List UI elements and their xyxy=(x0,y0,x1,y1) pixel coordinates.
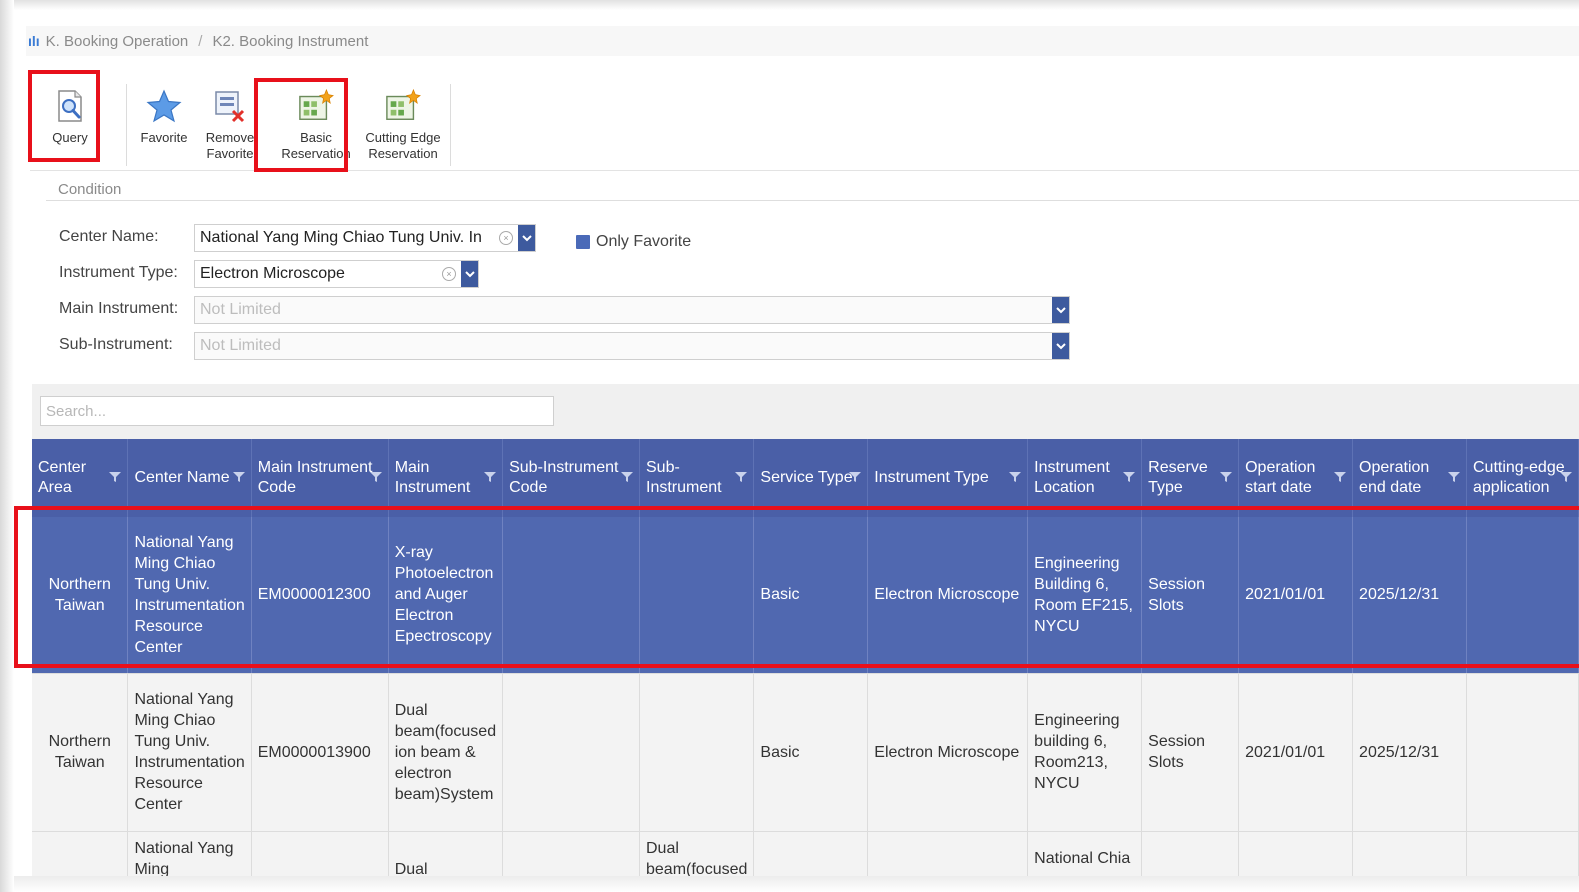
cell-sub-code xyxy=(502,673,640,832)
cell-reserve-type xyxy=(1141,831,1240,876)
center-name-label: Center Name: xyxy=(59,228,159,245)
cell-sub-code xyxy=(502,831,640,876)
cell-reserve-type: Session Slots xyxy=(1141,673,1240,832)
filter-icon[interactable] xyxy=(232,472,245,482)
cell-instrument-type: Electron Microscope xyxy=(867,673,1029,832)
search-input[interactable]: Search... xyxy=(40,396,554,426)
filter-icon[interactable] xyxy=(1220,472,1233,482)
only-favorite-label: Only Favorite xyxy=(596,233,692,250)
cell-center-area: Northern Taiwan xyxy=(32,673,129,832)
cell-end-date xyxy=(1352,831,1467,876)
cutting-edge-reservation-button[interactable]: Cutting Edge Reservation xyxy=(362,70,444,162)
cell-center-name: National Yang Ming xyxy=(127,831,252,876)
sub-instrument-label: Sub-Instrument: xyxy=(59,336,173,353)
cell-main-instrument: Dual xyxy=(388,831,504,876)
checkbox-icon[interactable] xyxy=(576,235,590,249)
cell-cutting-edge xyxy=(1466,673,1579,832)
filter-icon[interactable] xyxy=(1448,472,1460,482)
cell-cutting-edge xyxy=(1466,831,1579,876)
clear-icon[interactable]: × xyxy=(442,267,456,281)
table-row[interactable]: National Yang Ming Dual Dual beam(focuse… xyxy=(32,831,1579,876)
star-icon xyxy=(146,88,182,124)
window-bottom-shadow xyxy=(14,876,1579,892)
filter-icon[interactable] xyxy=(1334,472,1347,482)
cell-instrument-type xyxy=(867,831,1029,876)
remove-favorite-label-line2: Favorite xyxy=(206,146,254,161)
sub-instrument-value: Not Limited xyxy=(200,337,281,354)
filter-icon[interactable] xyxy=(1560,472,1572,482)
filter-icon[interactable] xyxy=(109,472,122,482)
breadcrumb-booking-instrument: K2. Booking Instrument xyxy=(212,32,369,50)
chevron-down-icon[interactable] xyxy=(1052,333,1069,359)
chevron-down-icon[interactable] xyxy=(461,261,478,287)
sub-instrument-combo[interactable]: Not Limited xyxy=(194,332,1070,360)
filter-icon[interactable] xyxy=(735,472,748,482)
instrument-type-value: Electron Microscope xyxy=(200,265,345,282)
chevron-down-icon[interactable] xyxy=(1052,297,1069,323)
cutting-edge-sheet-icon xyxy=(385,88,421,124)
main-instrument-label: Main Instrument: xyxy=(59,300,179,317)
cell-service-type xyxy=(753,831,869,876)
condition-title: Condition xyxy=(58,181,122,198)
filter-icon[interactable] xyxy=(1123,472,1136,482)
cell-main-code: EM0000013900 xyxy=(251,673,389,832)
favorite-label: Favorite xyxy=(140,130,188,145)
cell-location: National Chia xyxy=(1027,831,1143,876)
cell-center-area xyxy=(32,831,129,876)
remove-document-icon xyxy=(212,88,248,124)
selected-row-highlight-box xyxy=(14,506,1579,668)
breadcrumb-separator: / xyxy=(198,32,203,50)
instrument-type-combo[interactable]: Electron Microscope × xyxy=(194,260,479,288)
toolbar-divider xyxy=(450,84,451,166)
basic-reservation-highlight-box xyxy=(254,78,348,172)
cutting-edge-label-line2: Reservation xyxy=(368,146,438,161)
query-highlight-box xyxy=(28,70,100,162)
center-name-combo[interactable]: National Yang Ming Chiao Tung Univ. In × xyxy=(194,224,536,252)
cell-sub-instrument: Dual beam(focused xyxy=(639,831,755,876)
cell-main-instrument: Dual beam(focused ion beam & electron be… xyxy=(388,673,504,832)
remove-favorite-label-line1: Remove xyxy=(205,130,255,145)
cell-main-code xyxy=(251,831,389,876)
main-instrument-combo[interactable]: Not Limited xyxy=(194,296,1070,324)
chevron-down-icon[interactable] xyxy=(518,225,535,251)
instrument-type-label: Instrument Type: xyxy=(59,264,178,281)
cell-end-date: 2025/12/31 xyxy=(1352,673,1467,832)
cell-service-type: Basic xyxy=(753,673,869,832)
only-favorite-checkbox[interactable]: Only Favorite xyxy=(576,233,691,251)
favorite-button[interactable]: Favorite xyxy=(134,70,194,146)
cutting-edge-label-line1: Cutting Edge xyxy=(365,130,441,145)
table-row[interactable]: Northern Taiwan National Yang Ming Chiao… xyxy=(32,673,1579,832)
condition-divider xyxy=(46,200,1579,201)
home-icon[interactable]: ılı xyxy=(28,33,40,49)
clear-icon[interactable]: × xyxy=(499,231,513,245)
cell-location: Engineering building 6, Room213, NYCU xyxy=(1027,673,1143,832)
cell-start-date: 2021/01/01 xyxy=(1238,673,1354,832)
remove-favorite-button[interactable]: Remove Favorite xyxy=(198,70,262,162)
toolbar-divider xyxy=(126,84,127,166)
cell-start-date xyxy=(1238,831,1354,876)
filter-icon[interactable] xyxy=(621,472,633,482)
center-name-value: National Yang Ming Chiao Tung Univ. In xyxy=(200,229,482,246)
filter-icon[interactable] xyxy=(1009,472,1022,482)
breadcrumb-booking-operation[interactable]: K. Booking Operation xyxy=(46,33,189,50)
main-instrument-value: Not Limited xyxy=(200,301,281,318)
filter-icon[interactable] xyxy=(369,472,382,482)
cell-center-name: National Yang Ming Chiao Tung Univ. Inst… xyxy=(127,673,252,832)
app-window: ılı K. Booking Operation / K2. Booking I… xyxy=(14,10,1579,876)
filter-icon[interactable] xyxy=(484,472,497,482)
filter-icon[interactable] xyxy=(849,472,862,482)
breadcrumb: ılı K. Booking Operation / K2. Booking I… xyxy=(26,26,1579,56)
cell-sub-instrument xyxy=(639,673,755,832)
search-placeholder: Search... xyxy=(46,402,107,420)
